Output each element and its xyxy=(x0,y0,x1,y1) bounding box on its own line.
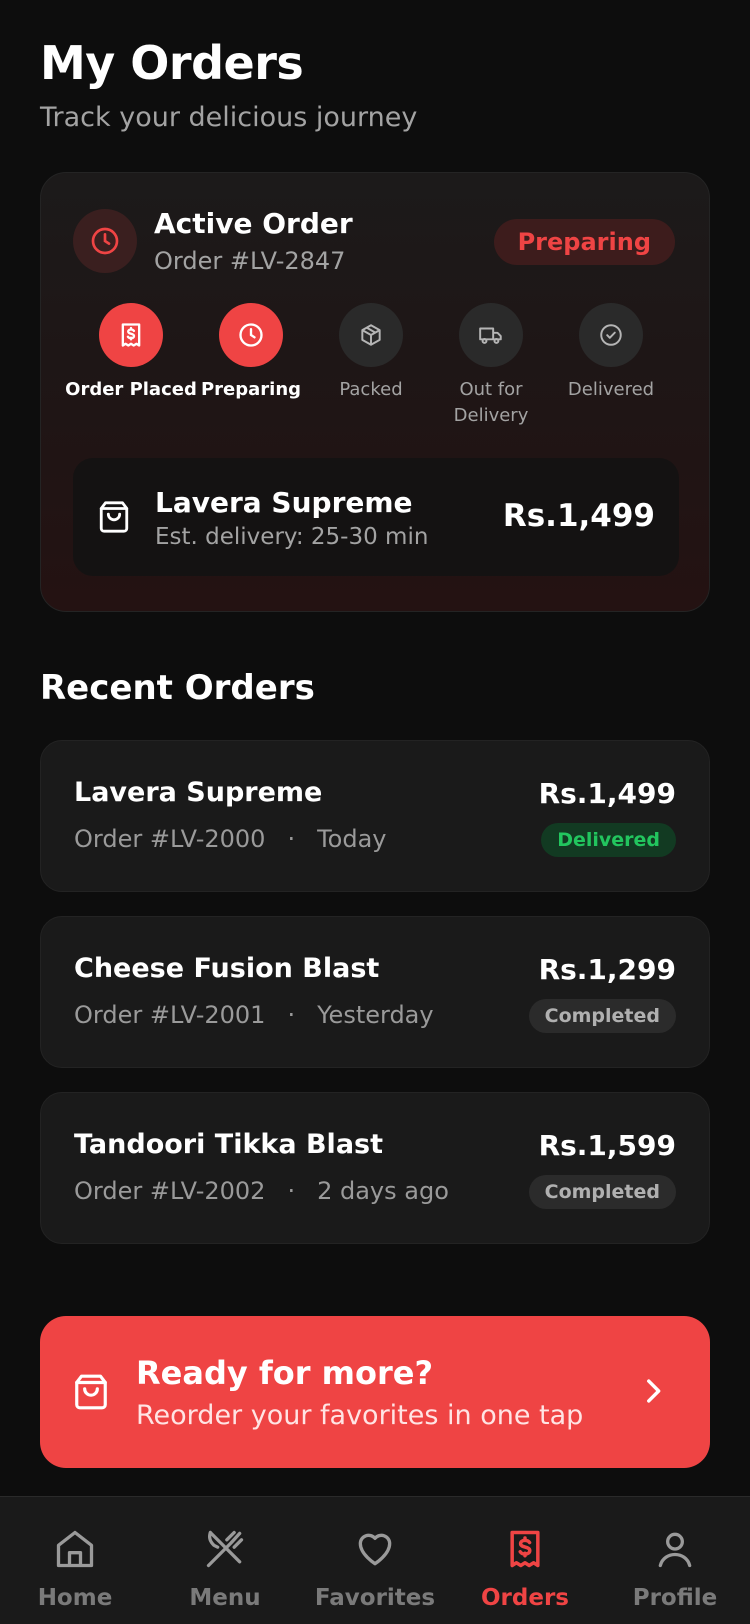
active-order-card[interactable]: Active Order Order #LV-2847 Preparing Or… xyxy=(40,172,710,612)
order-progress-steps: Order Placed Preparing Packed Out for De… xyxy=(41,303,711,433)
order-meta: Order #LV-2000 · Today xyxy=(74,825,387,853)
cta-title: Ready for more? xyxy=(136,1354,434,1392)
step-preparing: Preparing xyxy=(181,303,321,403)
utensils-icon xyxy=(206,1530,244,1568)
order-meta: Order #LV-2002 · 2 days ago xyxy=(74,1177,449,1205)
chevron-right-icon xyxy=(636,1374,670,1412)
status-badge: Preparing xyxy=(493,219,675,265)
step-label: Packed xyxy=(339,379,403,400)
list-item[interactable]: Tandoori Tikka Blast Order #LV-2002 · 2 da… xyxy=(40,1092,710,1244)
order-date: Yesterday xyxy=(317,1001,434,1029)
step-label: Delivered xyxy=(567,379,655,400)
order-name: Lavera Supreme xyxy=(74,777,323,808)
bottom-navigation: Home Menu Favorites Orders Profile xyxy=(0,1496,750,1624)
step-label: Order Placed xyxy=(65,379,197,400)
active-order-summary[interactable]: Lavera Supreme Est. delivery: 25-30 min … xyxy=(73,458,679,576)
step-delivered: Delivered xyxy=(541,303,681,403)
nav-label: Favorites xyxy=(314,1585,436,1611)
list-item[interactable]: Cheese Fusion Blast Order #LV-2001 · Yeste… xyxy=(40,916,710,1068)
summary-price: Rs.1,499 xyxy=(502,498,655,534)
nav-item-orders[interactable]: Orders xyxy=(450,1497,600,1624)
order-price: Rs.1,299 xyxy=(538,953,676,986)
nav-label: Orders xyxy=(481,1585,569,1611)
list-item[interactable]: Lavera Supreme Order #LV-2000 · Today Rs.1… xyxy=(40,740,710,892)
page-subtitle: Track your delicious journey xyxy=(40,102,418,133)
order-price: Rs.1,599 xyxy=(538,1129,676,1162)
summary-eta: Est. delivery: 25-30 min xyxy=(155,524,429,550)
order-date: 2 days ago xyxy=(317,1177,449,1205)
order-name: Tandoori Tikka Blast xyxy=(74,1129,384,1160)
home-icon xyxy=(56,1530,94,1568)
heart-icon xyxy=(358,1533,392,1566)
shopping-bag-icon xyxy=(97,499,131,539)
step-packed: Packed xyxy=(301,303,441,403)
active-order-title: Active Order xyxy=(154,207,353,240)
step-order-placed: Order Placed xyxy=(61,303,201,403)
package-icon xyxy=(339,303,403,367)
summary-item-name: Lavera Supreme xyxy=(155,486,413,519)
nav-label: Home xyxy=(37,1585,113,1611)
order-number: Order #LV-2002 xyxy=(74,1177,266,1205)
nav-item-profile[interactable]: Profile xyxy=(600,1497,750,1624)
status-badge: Completed xyxy=(528,1175,676,1209)
step-label: Preparing xyxy=(200,379,302,400)
order-number: Order #LV-2001 xyxy=(74,1001,266,1029)
order-meta: Order #LV-2001 · Yesterday xyxy=(74,1001,434,1029)
clock-icon xyxy=(219,303,283,367)
nav-item-menu[interactable]: Menu xyxy=(150,1497,300,1624)
recent-orders-list: Lavera Supreme Order #LV-2000 · Today Rs.1… xyxy=(40,740,710,1268)
reorder-cta-button[interactable]: Ready for more? Reorder your favorites i… xyxy=(40,1316,710,1468)
receipt-icon xyxy=(510,1530,540,1568)
status-badge: Delivered xyxy=(541,823,676,857)
nav-label: Profile xyxy=(632,1585,718,1611)
receipt-icon xyxy=(99,303,163,367)
order-price: Rs.1,499 xyxy=(538,777,676,810)
cta-subtitle: Reorder your favorites in one tap xyxy=(136,1400,584,1431)
user-icon xyxy=(658,1532,692,1568)
nav-label: Menu xyxy=(189,1585,261,1611)
status-badge: Completed xyxy=(528,999,676,1033)
order-name: Cheese Fusion Blast xyxy=(74,953,380,984)
truck-icon xyxy=(459,303,523,367)
step-out-for-delivery: Out for Delivery xyxy=(421,303,561,429)
recent-orders-title: Recent Orders xyxy=(40,668,315,708)
clock-icon xyxy=(73,209,137,273)
order-number: Order #LV-2000 xyxy=(74,825,266,853)
step-label: Out for Delivery xyxy=(453,379,529,426)
order-date: Today xyxy=(317,825,387,853)
nav-item-home[interactable]: Home xyxy=(0,1497,150,1624)
active-order-number: Order #LV-2847 xyxy=(154,247,346,275)
check-circle-icon xyxy=(579,303,643,367)
page-title: My Orders xyxy=(40,36,304,90)
nav-item-favorites[interactable]: Favorites xyxy=(300,1497,450,1624)
shopping-bag-icon xyxy=(72,1372,110,1416)
